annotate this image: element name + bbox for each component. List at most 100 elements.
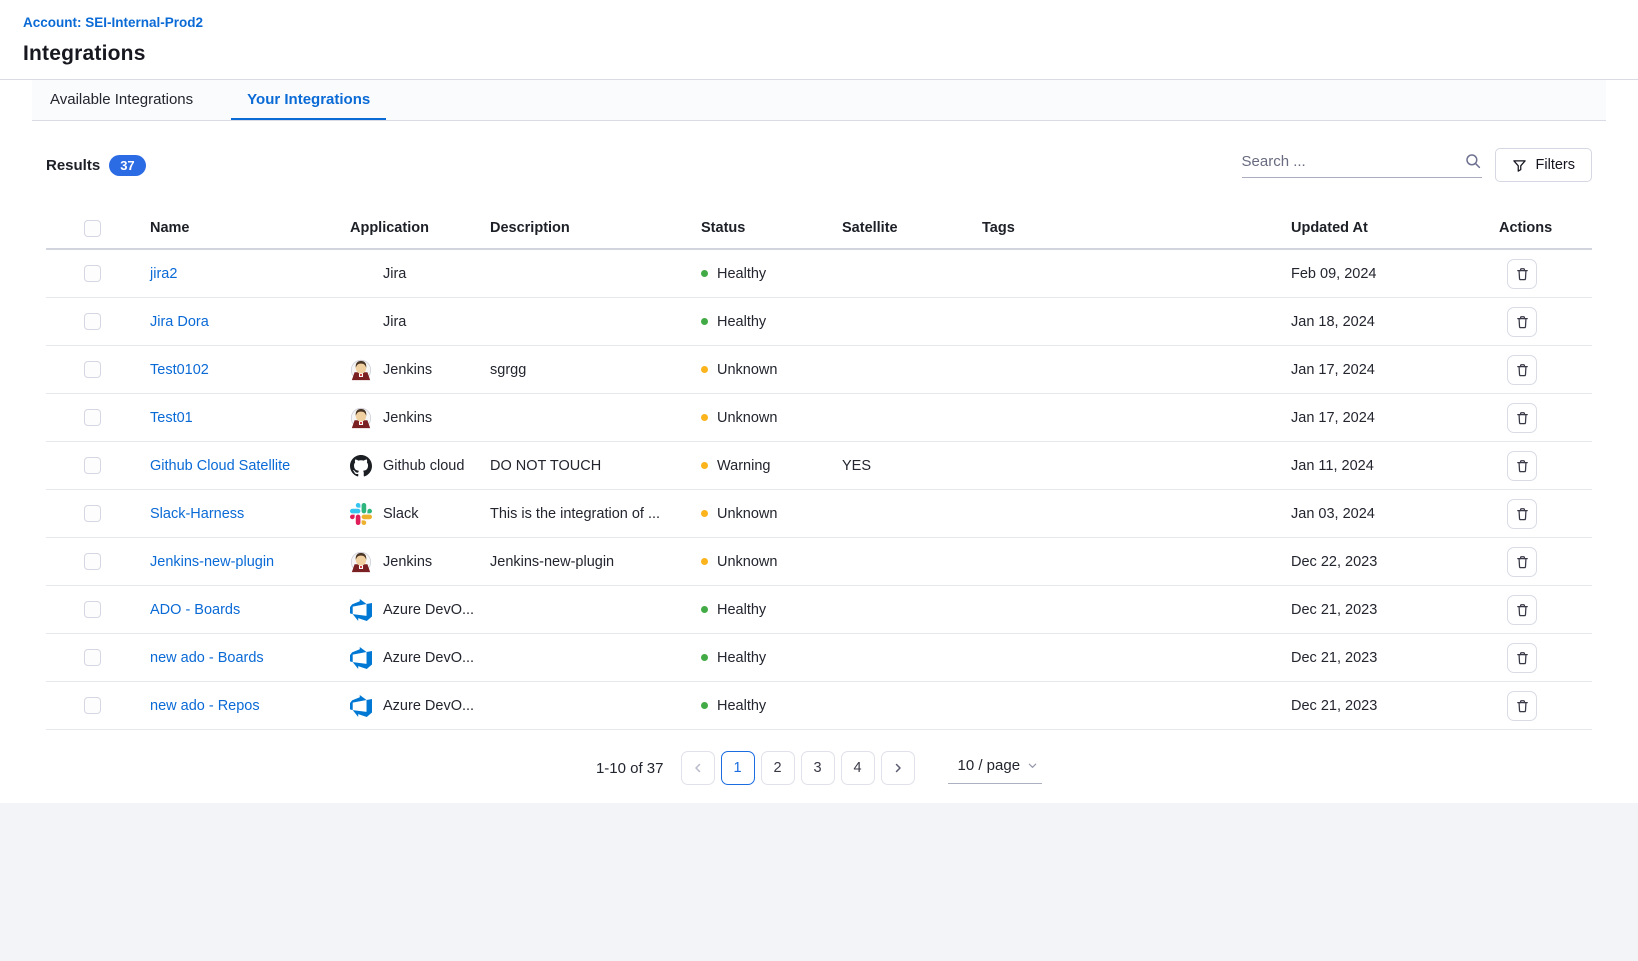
- status-dot: [701, 558, 708, 565]
- trash-icon: [1515, 698, 1530, 714]
- status-dot: [701, 654, 708, 661]
- updated-at-value: Dec 22, 2023: [1291, 554, 1499, 570]
- table-row: jira2 Jira Healthy Feb 09, 2024: [46, 250, 1592, 298]
- azure-icon: [350, 599, 372, 621]
- application-label: Jira: [383, 266, 406, 282]
- application-label: Jira: [383, 314, 406, 330]
- status-label: Unknown: [717, 506, 777, 522]
- column-header-satellite: Satellite: [842, 220, 982, 236]
- status-label: Unknown: [717, 410, 777, 426]
- status-dot: [701, 606, 708, 613]
- column-header-description: Description: [490, 220, 701, 236]
- integration-name-link[interactable]: new ado - Boards: [150, 650, 264, 666]
- page-upper-section: Account: SEI-Internal-Prod2 Integrations…: [0, 0, 1638, 803]
- delete-button[interactable]: [1507, 691, 1537, 721]
- tab-your-integrations[interactable]: Your Integrations: [231, 80, 386, 120]
- row-checkbox[interactable]: [84, 457, 101, 474]
- page-size-select[interactable]: 10 / page: [948, 753, 1043, 784]
- trash-icon: [1515, 458, 1530, 474]
- page-title: Integrations: [23, 42, 1614, 66]
- integration-name-link[interactable]: ADO - Boards: [150, 602, 240, 618]
- delete-button[interactable]: [1507, 403, 1537, 433]
- application-label: Azure DevO...: [383, 650, 474, 666]
- integration-name-link[interactable]: Test01: [150, 410, 193, 426]
- delete-button[interactable]: [1507, 307, 1537, 337]
- updated-at-value: Jan 17, 2024: [1291, 410, 1499, 426]
- integration-name-link[interactable]: Github Cloud Satellite: [150, 458, 290, 474]
- tab-available-integrations[interactable]: Available Integrations: [34, 80, 209, 120]
- status-dot: [701, 270, 708, 277]
- delete-button[interactable]: [1507, 259, 1537, 289]
- integration-name-link[interactable]: jira2: [150, 266, 177, 282]
- row-checkbox[interactable]: [84, 505, 101, 522]
- updated-at-value: Jan 17, 2024: [1291, 362, 1499, 378]
- table-row: new ado - Boards Azure DevO... Healthy D…: [46, 634, 1592, 682]
- results-count-badge: 37: [109, 155, 145, 176]
- status-label: Healthy: [717, 314, 766, 330]
- jenkins-icon: [350, 551, 372, 573]
- table-row: Jira Dora Jira Healthy Jan 18, 2024: [46, 298, 1592, 346]
- azure-icon: [350, 647, 372, 669]
- filter-funnel-icon: [1512, 158, 1527, 173]
- row-checkbox[interactable]: [84, 409, 101, 426]
- page-buttons: 1234: [721, 751, 875, 785]
- column-header-status: Status: [701, 220, 842, 236]
- chevron-left-icon: [692, 762, 704, 774]
- delete-button[interactable]: [1507, 355, 1537, 385]
- integration-name-link[interactable]: new ado - Repos: [150, 698, 260, 714]
- delete-button[interactable]: [1507, 547, 1537, 577]
- integration-name-link[interactable]: Jira Dora: [150, 314, 209, 330]
- description-text: DO NOT TOUCH: [490, 458, 701, 474]
- pagination-range-label: 1-10 of 37: [596, 760, 664, 777]
- toolbar: Results 37 Filters: [46, 148, 1592, 182]
- status-dot: [701, 462, 708, 469]
- row-checkbox[interactable]: [84, 553, 101, 570]
- trash-icon: [1515, 506, 1530, 522]
- delete-button[interactable]: [1507, 595, 1537, 625]
- row-checkbox[interactable]: [84, 265, 101, 282]
- tab-bar: Available Integrations Your Integrations: [32, 80, 1606, 121]
- row-checkbox[interactable]: [84, 649, 101, 666]
- row-checkbox[interactable]: [84, 601, 101, 618]
- delete-button[interactable]: [1507, 643, 1537, 673]
- status-dot: [701, 318, 708, 325]
- page-size-label: 10 / page: [958, 757, 1021, 774]
- page-button-4[interactable]: 4: [841, 751, 875, 785]
- delete-button[interactable]: [1507, 451, 1537, 481]
- status-label: Warning: [717, 458, 770, 474]
- filters-button[interactable]: Filters: [1495, 148, 1592, 182]
- filters-label: Filters: [1536, 157, 1575, 173]
- column-header-updated-at: Updated At: [1291, 220, 1499, 236]
- application-label: Slack: [383, 506, 418, 522]
- next-page-button[interactable]: [881, 751, 915, 785]
- previous-page-button[interactable]: [681, 751, 715, 785]
- page-button-3[interactable]: 3: [801, 751, 835, 785]
- updated-at-value: Jan 11, 2024: [1291, 458, 1499, 474]
- row-checkbox[interactable]: [84, 313, 101, 330]
- integration-name-link[interactable]: Jenkins-new-plugin: [150, 554, 274, 570]
- integration-name-link[interactable]: Slack-Harness: [150, 506, 244, 522]
- page-header: Account: SEI-Internal-Prod2 Integrations: [0, 0, 1638, 80]
- integration-name-link[interactable]: Test0102: [150, 362, 209, 378]
- jenkins-icon: [350, 359, 372, 381]
- delete-button[interactable]: [1507, 499, 1537, 529]
- row-checkbox[interactable]: [84, 697, 101, 714]
- table-row: Test0102 Jenkins sgrgg Unknown Jan 17, 2…: [46, 346, 1592, 394]
- row-checkbox[interactable]: [84, 361, 101, 378]
- updated-at-value: Feb 09, 2024: [1291, 266, 1499, 282]
- status-label: Healthy: [717, 602, 766, 618]
- page-button-1[interactable]: 1: [721, 751, 755, 785]
- table-row: ADO - Boards Azure DevO... Healthy Dec 2…: [46, 586, 1592, 634]
- trash-icon: [1515, 602, 1530, 618]
- trash-icon: [1515, 650, 1530, 666]
- select-all-checkbox[interactable]: [84, 220, 101, 237]
- table-header-row: Name Application Description Status Sate…: [46, 208, 1592, 250]
- account-link[interactable]: Account: SEI-Internal-Prod2: [23, 15, 203, 30]
- application-label: Jenkins: [383, 362, 432, 378]
- description-text: Jenkins-new-plugin: [490, 554, 701, 570]
- page-button-2[interactable]: 2: [761, 751, 795, 785]
- search-input[interactable]: [1242, 153, 1464, 170]
- application-label: Github cloud: [383, 458, 464, 474]
- status-dot: [701, 366, 708, 373]
- status-dot: [701, 414, 708, 421]
